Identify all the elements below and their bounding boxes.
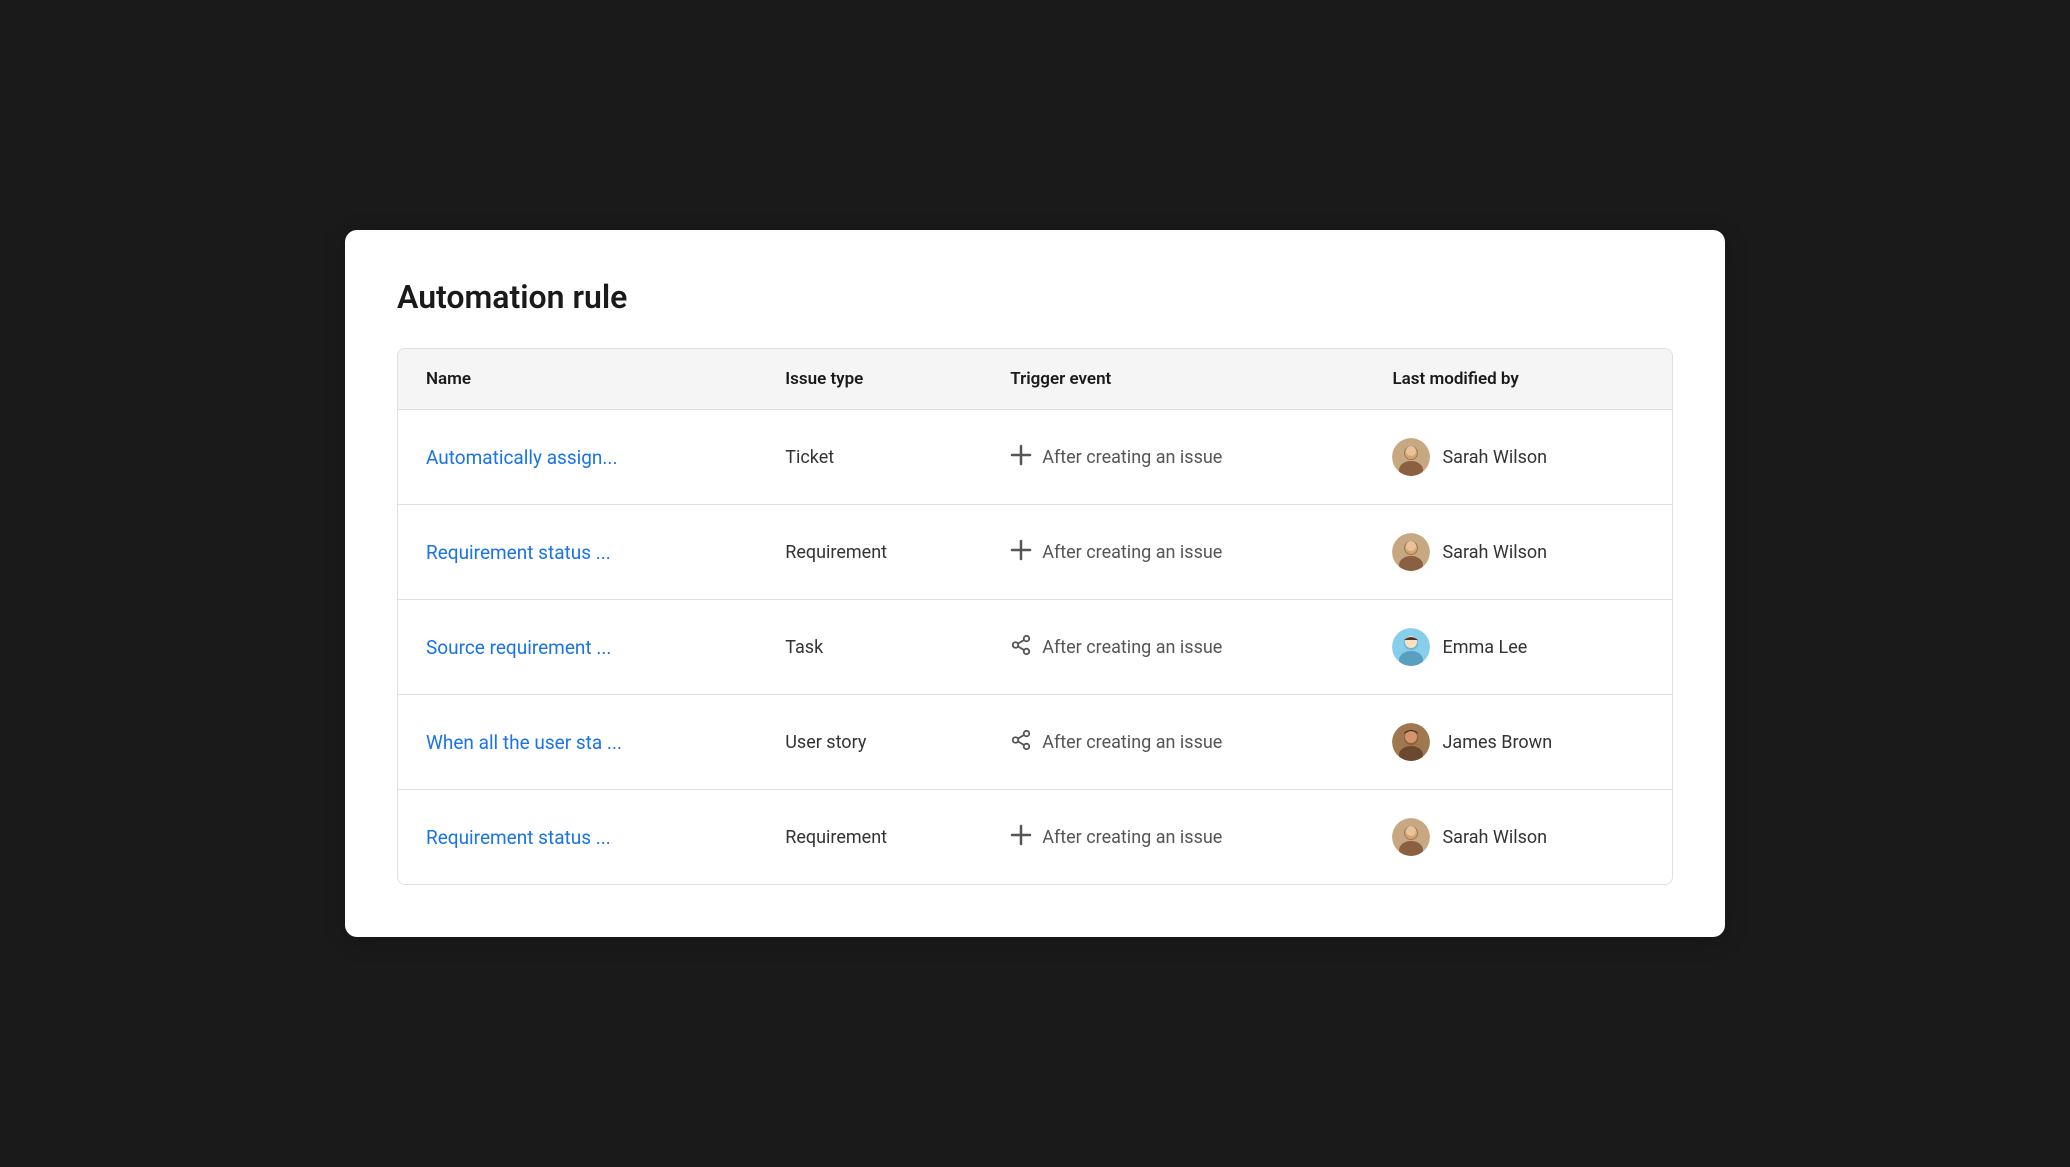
issue-type-value: User story [785,732,866,753]
plus-icon [1010,824,1032,851]
issue-type-value: Requirement [785,542,887,563]
rule-name-cell: Requirement status ... [398,505,757,600]
issue-type-cell: Requirement [757,790,982,885]
avatar [1392,723,1430,761]
modified-by-cell: James Brown [1364,695,1672,790]
rule-name-cell: Source requirement ... [398,600,757,695]
trigger-event-cell: After creating an issue [982,790,1364,885]
rule-name-link[interactable]: Requirement status ... [426,826,611,849]
trigger-event-cell: After creating an issue [982,505,1364,600]
trigger-event-label: After creating an issue [1042,447,1222,468]
modified-by-cell: Sarah Wilson [1364,410,1672,505]
automation-rules-table: Name Issue type Trigger event Last modif… [398,349,1672,884]
rule-name-link[interactable]: Requirement status ... [426,541,611,564]
rule-name-link[interactable]: Source requirement ... [426,636,611,659]
modifier-name: Sarah Wilson [1442,827,1547,848]
avatar [1392,533,1430,571]
trigger-event-label: After creating an issue [1042,732,1222,753]
avatar [1392,628,1430,666]
issue-type-cell: Task [757,600,982,695]
col-header-name: Name [398,349,757,410]
issue-type-cell: Requirement [757,505,982,600]
modifier-name: Emma Lee [1442,637,1527,658]
col-header-issue-type: Issue type [757,349,982,410]
rule-name-cell: When all the user sta ... [398,695,757,790]
page-title: Automation rule [397,278,1673,316]
col-header-last-modified: Last modified by [1364,349,1672,410]
trigger-event-cell: After creating an issue [982,695,1364,790]
table-row: Source requirement ... Task After creati… [398,600,1672,695]
table-row: When all the user sta ... User story Aft… [398,695,1672,790]
issue-type-value: Requirement [785,827,887,848]
modified-by-cell: Sarah Wilson [1364,505,1672,600]
issue-type-cell: Ticket [757,410,982,505]
rule-name-cell: Automatically assign... [398,410,757,505]
rule-name-link[interactable]: When all the user sta ... [426,731,622,754]
issue-type-cell: User story [757,695,982,790]
table-wrapper: Name Issue type Trigger event Last modif… [397,348,1673,885]
plus-icon [1010,539,1032,566]
table-row: Automatically assign... Ticket After cre… [398,410,1672,505]
modified-by-cell: Sarah Wilson [1364,790,1672,885]
table-row: Requirement status ... Requirement After… [398,505,1672,600]
modifier-name: Sarah Wilson [1442,447,1547,468]
table-header-row: Name Issue type Trigger event Last modif… [398,349,1672,410]
automation-rule-card: Automation rule Name Issue type Trigger … [345,230,1725,937]
table-row: Requirement status ... Requirement After… [398,790,1672,885]
modifier-name: Sarah Wilson [1442,542,1547,563]
trigger-event-label: After creating an issue [1042,542,1222,563]
plus-icon [1010,444,1032,471]
modified-by-cell: Emma Lee [1364,600,1672,695]
avatar [1392,438,1430,476]
issue-type-value: Task [785,637,823,658]
share-icon [1010,729,1032,756]
trigger-event-cell: After creating an issue [982,600,1364,695]
col-header-trigger-event: Trigger event [982,349,1364,410]
avatar [1392,818,1430,856]
trigger-event-cell: After creating an issue [982,410,1364,505]
trigger-event-label: After creating an issue [1042,827,1222,848]
rule-name-cell: Requirement status ... [398,790,757,885]
issue-type-value: Ticket [785,447,834,468]
modifier-name: James Brown [1442,732,1552,753]
share-icon [1010,634,1032,661]
rule-name-link[interactable]: Automatically assign... [426,446,617,469]
trigger-event-label: After creating an issue [1042,637,1222,658]
